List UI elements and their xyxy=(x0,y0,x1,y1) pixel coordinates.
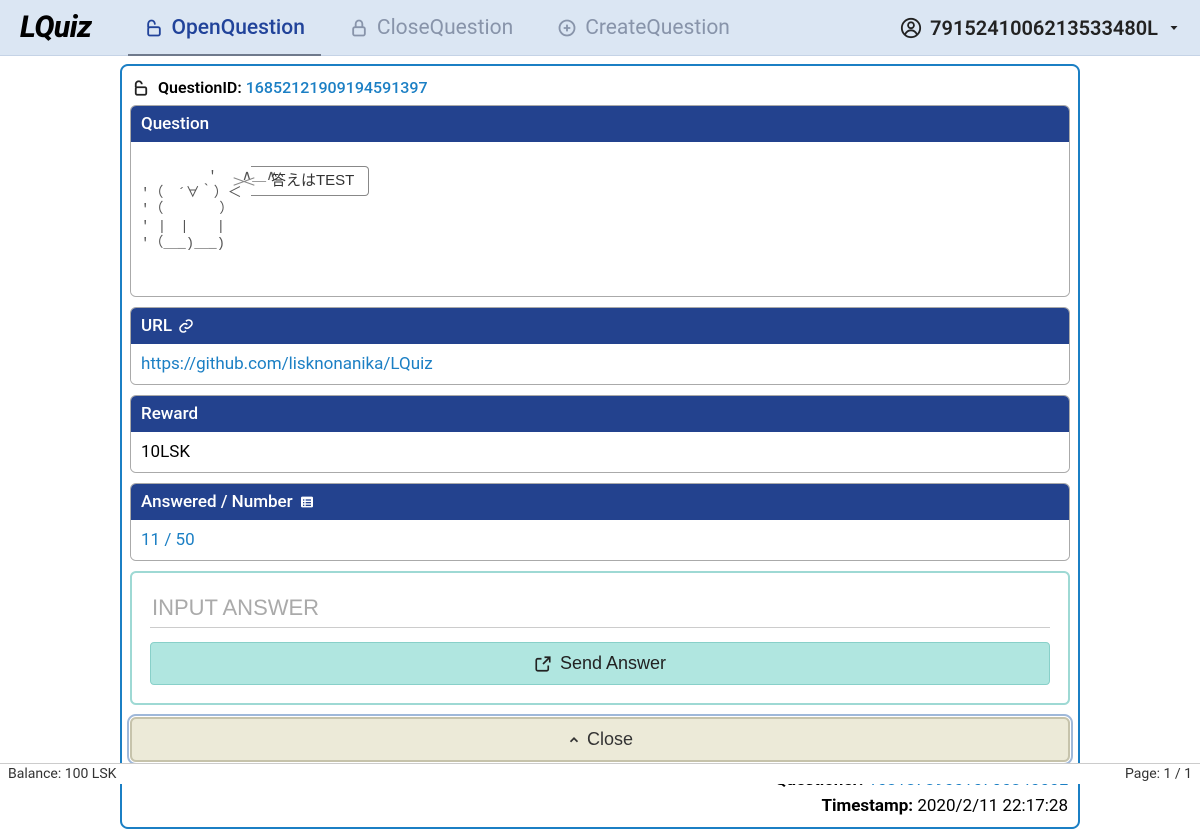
unlock-icon xyxy=(132,79,150,97)
user-circle-icon xyxy=(900,17,922,39)
account-menu[interactable]: 7915241006213533480L xyxy=(900,16,1180,40)
answered-panel-body: 11 / 50 xyxy=(131,520,1069,560)
speech-bubble: 答えはTEST xyxy=(251,166,369,196)
status-bar: Balance: 100 LSK Page: 1 / 1 xyxy=(0,763,1200,784)
reward-value: 10LSK xyxy=(131,432,1069,472)
tab-create-question[interactable]: CreateQuestion xyxy=(535,2,752,54)
url-header-text: URL xyxy=(141,316,172,336)
link-icon xyxy=(178,318,194,334)
answered-panel: Answered / Number 11 / 50 xyxy=(130,483,1070,561)
tab-open-question[interactable]: OpenQuestion xyxy=(122,2,327,54)
page-text: Page: 1 / 1 xyxy=(1125,766,1192,782)
url-link[interactable]: https://github.com/lisknonanika/LQuiz xyxy=(141,354,433,374)
nav-tabs: OpenQuestion CloseQuestion CreateQuestio… xyxy=(122,2,901,54)
timestamp-label: Timestamp: xyxy=(821,796,913,816)
question-id-link[interactable]: 16852121909194591397 xyxy=(246,78,428,97)
answer-form: Send Answer xyxy=(130,571,1070,705)
tab-create-label: CreateQuestion xyxy=(585,16,730,40)
close-button[interactable]: Close xyxy=(130,717,1070,762)
chevron-up-icon xyxy=(567,733,581,747)
answer-input[interactable] xyxy=(150,589,1050,628)
answered-link[interactable]: 11 / 50 xyxy=(141,530,195,550)
question-panel-body: ' ∧＿∧ '（ ´∀｀）＜ '（ ） ' | | | '（＿_)＿_) 答えは… xyxy=(131,142,1069,296)
app-logo: LQuiz xyxy=(20,10,92,45)
close-label: Close xyxy=(587,729,633,750)
tab-close-label: CloseQuestion xyxy=(377,16,513,40)
share-icon xyxy=(534,655,552,673)
question-id-row: QuestionID: 16852121909194591397 xyxy=(130,74,1070,105)
url-panel-body: https://github.com/lisknonanika/LQuiz xyxy=(131,344,1069,384)
plus-circle-icon xyxy=(557,18,577,38)
balance-text: Balance: 100 LSK xyxy=(8,766,116,782)
answered-header-text: Answered / Number xyxy=(141,492,293,512)
reward-panel-header: Reward xyxy=(131,396,1069,432)
question-ascii-art: ' ∧＿∧ '（ ´∀｀）＜ '（ ） ' | | | '（＿_)＿_) 答えは… xyxy=(141,152,276,286)
lock-icon xyxy=(349,18,369,38)
tab-open-label: OpenQuestion xyxy=(172,16,305,40)
url-panel: URL https://github.com/lisknonanika/LQui… xyxy=(130,307,1070,385)
send-answer-label: Send Answer xyxy=(560,653,666,674)
question-card: QuestionID: 16852121909194591397 Questio… xyxy=(120,64,1080,829)
chevron-down-icon xyxy=(1168,22,1180,34)
tab-close-question[interactable]: CloseQuestion xyxy=(327,2,535,54)
navbar: LQuiz OpenQuestion CloseQuestion CreateQ… xyxy=(0,0,1200,56)
list-icon xyxy=(299,494,315,510)
send-answer-button[interactable]: Send Answer xyxy=(150,642,1050,685)
question-panel: Question ' ∧＿∧ '（ ´∀｀）＜ '（ ） ' | | | '（＿… xyxy=(130,105,1070,297)
answered-panel-header: Answered / Number xyxy=(131,484,1069,520)
question-id-label: QuestionID: xyxy=(158,78,242,97)
url-panel-header: URL xyxy=(131,308,1069,344)
timestamp-value: 2020/2/11 22:17:28 xyxy=(917,796,1068,816)
reward-panel: Reward 10LSK xyxy=(130,395,1070,473)
question-panel-header: Question xyxy=(131,106,1069,142)
account-id: 7915241006213533480L xyxy=(930,16,1158,40)
unlock-icon xyxy=(144,18,164,38)
